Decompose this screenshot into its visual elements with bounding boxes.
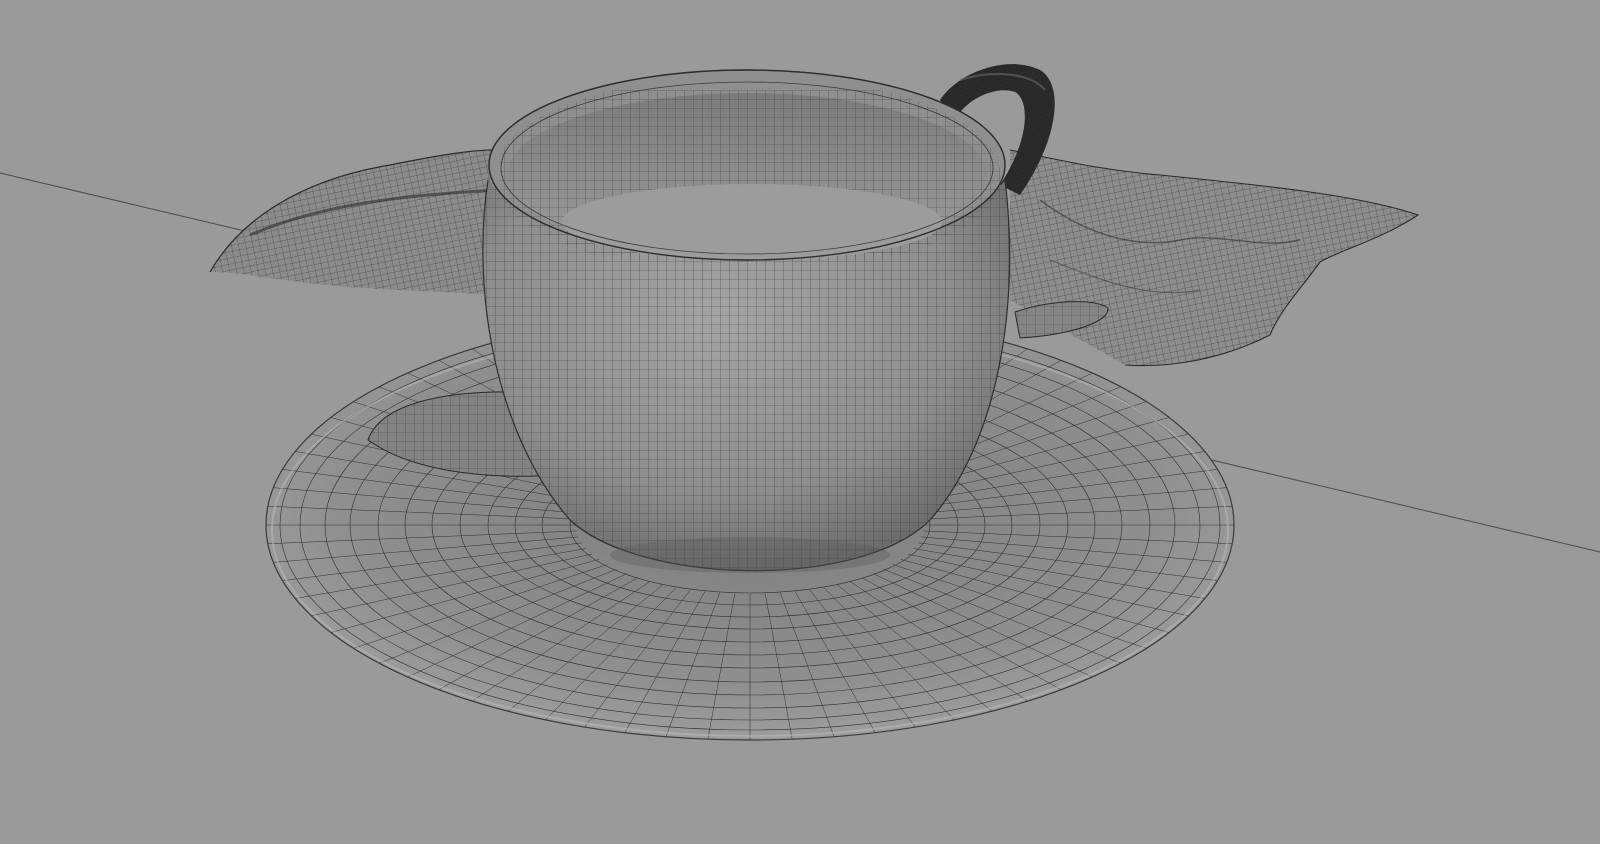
- scene-render: [0, 0, 1600, 844]
- cup-inner-bottom: [562, 184, 942, 260]
- cup-rim: [488, 69, 1006, 261]
- 3d-viewport[interactable]: [0, 0, 1600, 844]
